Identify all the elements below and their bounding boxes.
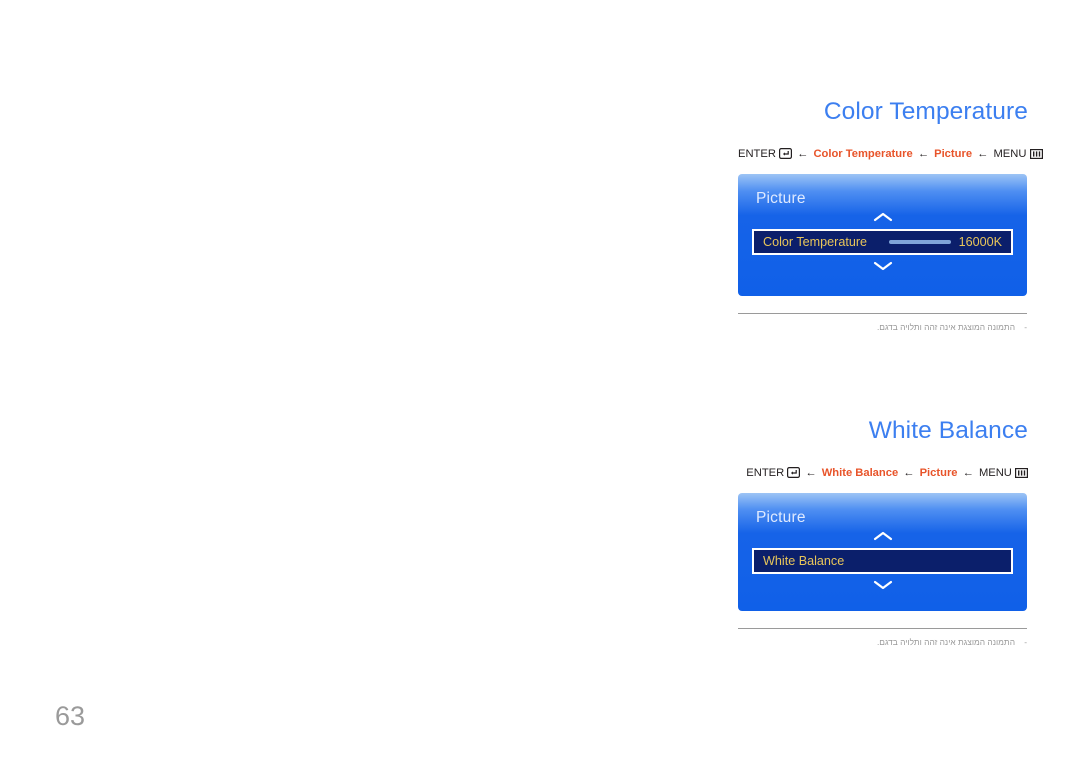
osd-row-label: White Balance <box>763 554 845 569</box>
chevron-up-icon[interactable] <box>738 529 1027 547</box>
menu-icon <box>1029 148 1043 159</box>
breadcrumb-menu-label: MENU <box>993 147 1027 160</box>
footnote-text: התמונה המוצגת אינה זהה ותלויה בדגם. <box>876 636 1015 647</box>
footnote-dash-marker: - <box>1024 636 1027 647</box>
osd-panel-color-temperature: Picture Color Temperature 16000K <box>738 173 1027 296</box>
color-temperature-footnote-wrap: - התמונה המוצגת אינה זהה ותלויה בדגם. <box>738 312 1027 332</box>
breadcrumb-arrow: ← <box>962 466 974 479</box>
footnote-dash-marker: - <box>1024 321 1027 332</box>
breadcrumb-enter-label: ENTER <box>738 147 776 160</box>
breadcrumb-arrow: ← <box>903 466 915 479</box>
chevron-up-icon[interactable] <box>738 210 1027 228</box>
osd-row-value: 16000K <box>958 235 1002 250</box>
breadcrumb-item-white-balance[interactable]: White Balance <box>822 467 898 479</box>
breadcrumb-arrow: ← <box>797 147 809 160</box>
osd-row-control: 16000K <box>888 235 1002 250</box>
breadcrumb-arrow: ← <box>917 147 929 160</box>
footnote-divider <box>738 312 1027 314</box>
osd-panel-white-balance: Picture White Balance <box>738 492 1027 611</box>
chevron-down-icon[interactable] <box>738 259 1027 277</box>
page-number: 63 <box>55 701 86 731</box>
osd-row-white-balance[interactable]: White Balance <box>752 548 1013 575</box>
breadcrumb-menu-label: MENU <box>978 466 1012 479</box>
breadcrumb-item-picture[interactable]: Picture <box>920 467 958 479</box>
chevron-down-icon[interactable] <box>738 578 1027 596</box>
breadcrumb-item-color-temperature[interactable]: Color Temperature <box>813 148 912 160</box>
color-temperature-osd-block: Color Temperature ENTER ← Color Temperat… <box>738 98 1043 332</box>
page-title-color-temperature: Color Temperature <box>823 98 1028 125</box>
footnote-text: התמונה המוצגת אינה זהה ותלויה בדגם. <box>876 321 1015 332</box>
white-balance-footnote-wrap: - התמונה המוצגת אינה זהה ותלויה בדגם. <box>738 627 1027 647</box>
breadcrumb-white-balance: ENTER ← White Balance ← Picture ← MENU <box>738 466 1028 479</box>
breadcrumb-arrow: ← <box>805 466 817 479</box>
breadcrumb-arrow: ← <box>977 147 989 160</box>
osd-row-color-temperature[interactable]: Color Temperature 16000K <box>752 229 1013 256</box>
manual-page: כוונון טמפרטורת הצבע (אדום / ירוק / כחול… <box>0 0 1080 763</box>
footnote-white-balance: - התמונה המוצגת אינה זהה ותלויה בדגם. <box>738 636 1027 647</box>
page-title-white-balance: White Balance <box>868 417 1028 444</box>
osd-panel-header: Picture <box>756 508 806 526</box>
footnote-color-temperature: - התמונה המוצגת אינה זהה ותלויה בדגם. <box>738 321 1027 332</box>
menu-icon <box>1015 467 1028 478</box>
white-balance-osd-block: White Balance ENTER ← White Balance ← Pi… <box>738 417 1028 647</box>
enter-icon <box>779 147 793 159</box>
breadcrumb-color-temperature: ENTER ← Color Temperature ← Picture ← ME… <box>738 147 1043 160</box>
osd-row-label: Color Temperature <box>763 235 868 250</box>
breadcrumb-item-picture[interactable]: Picture <box>934 148 972 160</box>
footnote-divider <box>738 627 1027 629</box>
breadcrumb-enter-label: ENTER <box>746 466 785 479</box>
enter-icon <box>787 466 801 478</box>
color-temperature-slider[interactable] <box>888 240 951 245</box>
osd-panel-header: Picture <box>756 189 806 207</box>
